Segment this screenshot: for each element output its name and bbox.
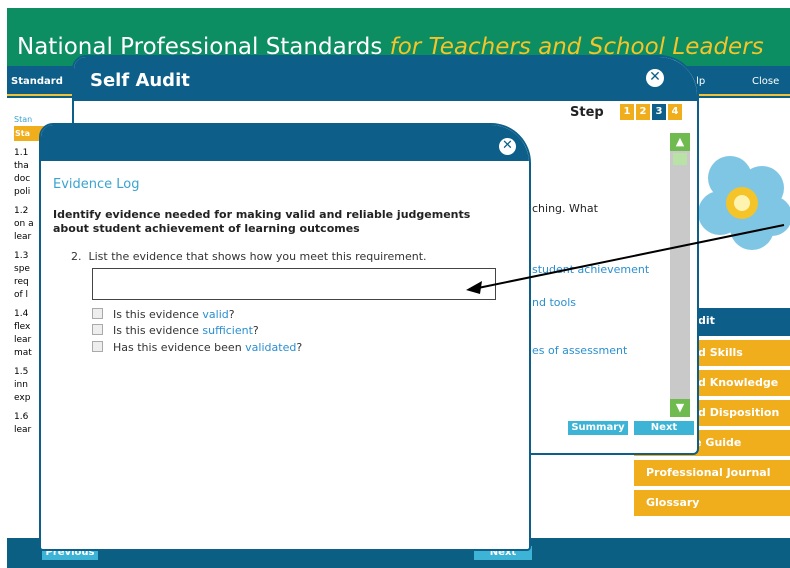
close-icon[interactable]: ✕ [499,138,516,155]
check-link[interactable]: sufficient [202,324,253,337]
breadcrumb: Stan [14,115,33,124]
check-label: Has this evidence been [113,341,246,354]
check-label: Is this evidence [113,324,203,337]
question-number: 2. [71,250,82,263]
right-menu-item[interactable]: Glossary [634,490,790,516]
scroll-up-icon[interactable]: ▲ [670,133,690,151]
step-label: Step [570,105,604,120]
evidence-log-dialog: ✕ Evidence Log Identify evidence needed … [39,123,531,551]
right-menu-label: dit [698,314,715,327]
evidence-log-header: ✕ [41,125,529,161]
evidence-check-row[interactable]: Is this evidence sufficient? [92,324,259,337]
nav-close[interactable]: Close [752,76,779,87]
evidence-question: 2. List the evidence that shows how you … [71,250,427,263]
self-audit-link[interactable]: es of assessment [532,344,627,357]
check-suffix: ? [228,308,235,321]
close-icon[interactable]: ✕ [646,69,664,87]
right-menu-label: Glossary [646,496,700,509]
step-3[interactable]: 3 [652,104,666,120]
nav-standard[interactable]: Standard [11,76,63,87]
checkbox[interactable] [92,308,103,319]
evidence-log-heading: Identify evidence needed for making vali… [53,208,471,235]
right-menu-label: d Skills [698,346,743,359]
scroll-thumb[interactable] [673,153,687,165]
check-link[interactable]: valid [202,308,228,321]
checkbox[interactable] [92,341,103,352]
step-4[interactable]: 4 [668,104,682,120]
right-menu-label: Professional Journal [646,466,771,479]
check-suffix: ? [296,341,303,354]
flower-logo [698,156,790,250]
evidence-check-row[interactable]: Has this evidence been validated? [92,341,302,354]
right-menu-label: d Knowledge [698,376,779,389]
question-text: List the evidence that shows how you mee… [88,250,427,263]
checkbox[interactable] [92,324,103,335]
evidence-log-title: Evidence Log [53,177,140,192]
step-2[interactable]: 2 [636,104,650,120]
self-audit-text: ching. What [532,202,598,215]
scrollbar[interactable]: ▲ ▼ [670,133,690,417]
self-audit-header: Self Audit ✕ [74,57,697,101]
self-audit-link[interactable]: student achievement [532,263,649,276]
evidence-check-row[interactable]: Is this evidence valid? [92,308,235,321]
step-1[interactable]: 1 [620,104,634,120]
check-suffix: ? [252,324,259,337]
check-link[interactable]: validated [245,341,296,354]
evidence-input[interactable] [92,268,496,300]
summary-button[interactable]: Summary [568,421,628,435]
right-menu-label: d Disposition [698,406,780,419]
check-label: Is this evidence [113,308,203,321]
self-audit-next-button[interactable]: Next [634,421,694,435]
scroll-down-icon[interactable]: ▼ [670,399,690,417]
self-audit-title: Self Audit [90,70,190,91]
self-audit-link[interactable]: nd tools [532,296,576,309]
right-menu-item[interactable]: Professional Journal [634,460,790,486]
